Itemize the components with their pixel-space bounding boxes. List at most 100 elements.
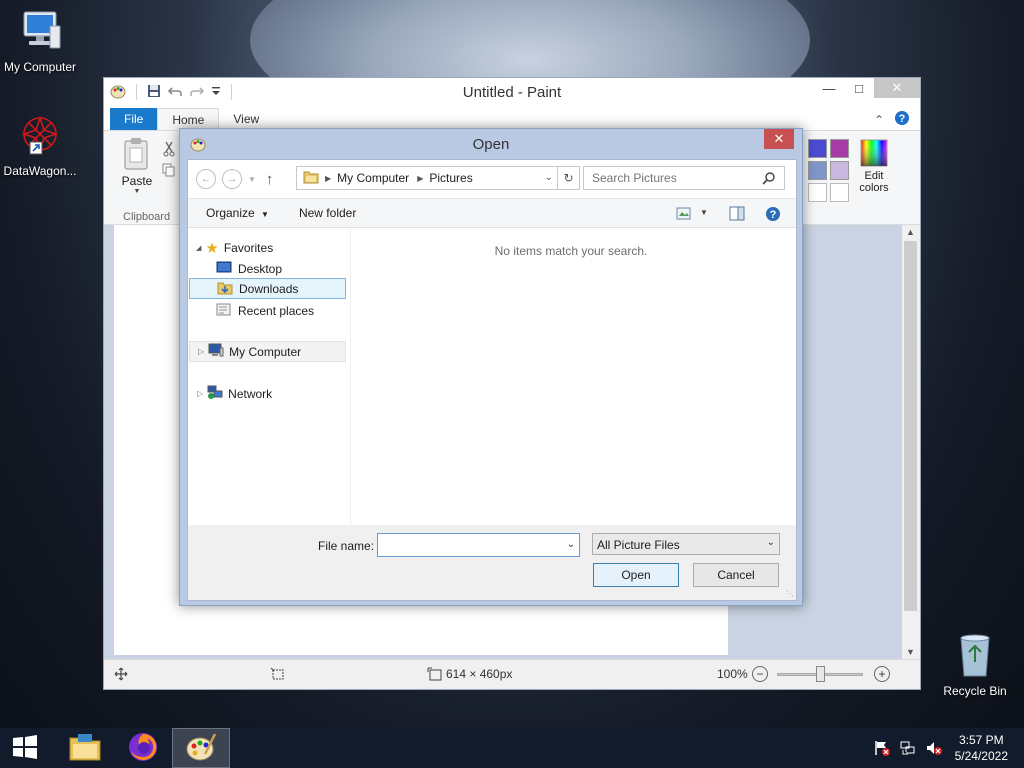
status-bar: 614 × 460px 100% − +: [104, 659, 920, 689]
new-folder-button[interactable]: New folder: [299, 206, 356, 220]
copy-icon[interactable]: [162, 163, 176, 180]
nav-item-network[interactable]: ▷ Network: [197, 383, 346, 404]
minimize-button[interactable]: —: [814, 78, 844, 98]
resize-grip-icon[interactable]: ⋱: [786, 589, 794, 598]
chevron-down-icon: ⌄: [766, 537, 775, 548]
action-center-flag-icon[interactable]: [874, 740, 890, 759]
address-segment-pictures[interactable]: Pictures: [429, 171, 472, 185]
help-icon[interactable]: ?: [894, 110, 910, 129]
desktop-icon-label: DataWagon...: [3, 164, 77, 178]
edit-colors-label: Edit: [864, 170, 884, 182]
file-name-field[interactable]: ⌄: [377, 533, 580, 557]
search-box[interactable]: [583, 166, 785, 190]
folder-icon: [303, 170, 319, 187]
dialog-footer: File name: ⌄ All Picture Files ⌄ Open Ca…: [188, 525, 796, 600]
expand-right-icon[interactable]: ▷: [198, 347, 204, 356]
color-swatch[interactable]: [808, 139, 827, 158]
color-swatch[interactable]: [830, 139, 849, 158]
volume-muted-icon[interactable]: [926, 740, 942, 759]
taskbar-clock[interactable]: 3:57 PM 5/24/2022: [955, 732, 1008, 764]
color-swatch[interactable]: [830, 183, 849, 202]
open-dialog: Open ✕ ← → ▼ ↑ ▶ My Computer ▶ Pictures …: [179, 128, 803, 606]
forward-button[interactable]: →: [222, 169, 242, 189]
selection-size-icon: [270, 667, 286, 684]
expand-down-icon[interactable]: ◢: [196, 244, 201, 252]
zoom-level-text: 100%: [717, 667, 748, 681]
up-button[interactable]: ↑: [266, 171, 274, 188]
paste-button[interactable]: Paste ▼: [112, 137, 162, 199]
zoom-slider-thumb[interactable]: [816, 666, 825, 682]
taskbar-paint[interactable]: [172, 728, 230, 768]
refresh-button[interactable]: ↻: [558, 166, 580, 190]
search-icon[interactable]: [762, 171, 776, 188]
chevron-right-icon: ▶: [417, 173, 424, 183]
desktop-icon-my-computer[interactable]: My Computer: [0, 8, 80, 74]
scroll-down-icon[interactable]: ▼: [906, 647, 915, 657]
preview-pane-icon[interactable]: [729, 206, 745, 224]
desktop-icon-datawagon[interactable]: DataWagon...: [0, 112, 80, 178]
save-icon[interactable]: [147, 84, 161, 101]
organize-button[interactable]: Organize ▼: [206, 206, 269, 220]
image-size-text: 614 × 460px: [446, 667, 513, 681]
address-segment-computer[interactable]: My Computer: [337, 171, 409, 185]
help-icon[interactable]: ?: [765, 206, 781, 225]
back-button[interactable]: ←: [196, 169, 216, 189]
maximize-button[interactable]: □: [844, 78, 874, 98]
collapse-ribbon-icon[interactable]: ⌃: [874, 113, 884, 127]
nav-item-downloads[interactable]: Downloads: [189, 278, 346, 299]
file-type-select[interactable]: All Picture Files ⌄: [592, 533, 780, 555]
address-dropdown-icon[interactable]: ⌄: [545, 172, 553, 183]
computer-icon: [0, 8, 80, 57]
tab-view[interactable]: View: [219, 108, 273, 130]
taskbar-file-explorer[interactable]: [56, 728, 114, 768]
windows-logo-icon: [11, 734, 39, 763]
redo-icon[interactable]: [189, 84, 205, 101]
recent-locations-icon[interactable]: ▼: [248, 175, 256, 184]
color-swatch[interactable]: [808, 161, 827, 180]
dialog-body: ← → ▼ ↑ ▶ My Computer ▶ Pictures ⌄ ↻ Org…: [187, 159, 797, 601]
nav-item-recent-places[interactable]: Recent places: [216, 300, 346, 321]
customize-qat-icon[interactable]: [211, 85, 221, 100]
taskbar-firefox[interactable]: [114, 728, 172, 768]
nav-label: Favorites: [223, 240, 274, 255]
nav-item-desktop[interactable]: Desktop: [216, 258, 346, 279]
firefox-icon: [127, 731, 159, 766]
chevron-down-icon: ▼: [261, 210, 269, 219]
address-bar[interactable]: ▶ My Computer ▶ Pictures ⌄: [296, 166, 558, 190]
search-input[interactable]: [584, 171, 759, 185]
color-swatch[interactable]: [808, 183, 827, 202]
chevron-down-icon[interactable]: ▼: [700, 208, 708, 217]
paint-app-icon[interactable]: [110, 83, 126, 102]
tab-home[interactable]: Home: [157, 108, 220, 130]
dialog-close-button[interactable]: ✕: [764, 129, 794, 149]
scrollbar-thumb[interactable]: [904, 241, 917, 611]
edit-colors-button[interactable]: Edit colors: [856, 139, 892, 194]
vertical-scrollbar[interactable]: ▲ ▼: [902, 225, 920, 659]
cancel-button[interactable]: Cancel: [693, 563, 779, 587]
nav-label: My Computer: [229, 344, 302, 359]
dialog-title: Open: [472, 135, 510, 153]
undo-icon[interactable]: [167, 84, 183, 101]
svg-text:?: ?: [899, 113, 906, 125]
expand-right-icon[interactable]: ▷: [197, 389, 203, 398]
tab-file[interactable]: File: [110, 108, 158, 130]
network-status-icon[interactable]: [900, 740, 916, 759]
start-button[interactable]: [0, 728, 50, 768]
zoom-in-button[interactable]: +: [874, 666, 890, 682]
scroll-up-icon[interactable]: ▲: [906, 227, 915, 237]
color-swatch[interactable]: [830, 161, 849, 180]
zoom-out-button[interactable]: −: [752, 666, 768, 682]
navigation-pane: ◢ ★ Favorites Desktop Downloads Recent p…: [188, 228, 350, 525]
nav-label: Network: [228, 386, 273, 401]
nav-item-favorites[interactable]: ◢ ★ Favorites: [196, 237, 346, 258]
desktop-icon-recycle-bin[interactable]: Recycle Bin: [935, 630, 1015, 698]
change-view-icon[interactable]: [676, 207, 692, 223]
file-list[interactable]: No items match your search.: [350, 228, 796, 525]
chevron-down-icon[interactable]: ⌄: [567, 539, 575, 550]
open-button[interactable]: Open: [593, 563, 679, 587]
system-tray: [874, 740, 942, 759]
close-button[interactable]: ✕: [874, 78, 920, 98]
nav-item-my-computer[interactable]: ▷ My Computer: [189, 341, 346, 362]
cut-icon[interactable]: [163, 141, 175, 160]
network-icon: [207, 385, 223, 403]
